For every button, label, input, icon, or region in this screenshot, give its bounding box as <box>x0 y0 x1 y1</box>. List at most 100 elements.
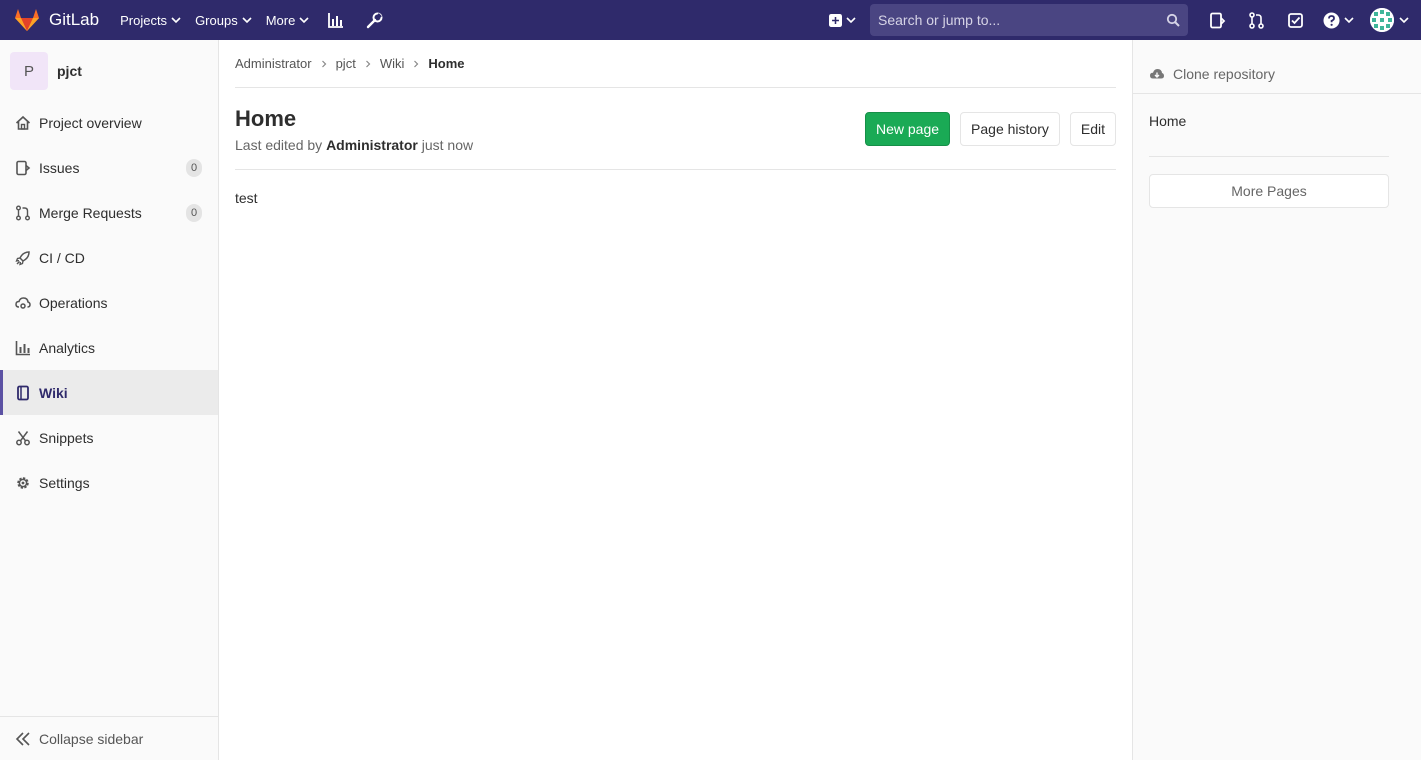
issues-nav-button[interactable] <box>1198 0 1237 40</box>
project-header-link[interactable]: P pjct <box>0 40 218 102</box>
project-avatar: P <box>10 52 48 90</box>
sidebar-item-operations[interactable]: Operations <box>0 280 218 325</box>
new-page-button[interactable]: New page <box>865 112 951 146</box>
sidebar-item-label: Operations <box>39 294 108 311</box>
chevron-down-icon <box>1344 17 1354 24</box>
last-edited-prefix: Last edited by <box>235 137 323 153</box>
sidebar-item-settings[interactable]: Settings <box>0 460 218 505</box>
breadcrumb: Administrator pjct Wiki Home <box>235 40 1116 88</box>
wiki-page-content: test <box>235 190 258 206</box>
sidebar-item-analytics[interactable]: Analytics <box>0 325 218 370</box>
merge-request-icon <box>16 205 30 220</box>
sidebar-item-issues[interactable]: Issues 0 <box>0 145 218 190</box>
user-menu-dropdown[interactable] <box>1362 0 1421 40</box>
nav-more-dropdown[interactable]: More <box>259 0 317 40</box>
todo-check-icon <box>1288 12 1303 28</box>
project-sidebar: P pjct Project overview Issues 0 Merge R… <box>0 40 219 760</box>
gitlab-tanuki-icon <box>15 9 39 31</box>
wiki-right-sidebar: Clone repository Home More Pages <box>1132 40 1421 760</box>
divider <box>1149 156 1389 157</box>
collapse-sidebar-label: Collapse sidebar <box>39 730 144 747</box>
sidebar-item-ci-cd[interactable]: CI / CD <box>0 235 218 280</box>
home-icon <box>15 115 31 130</box>
sidebar-item-label: CI / CD <box>39 249 85 266</box>
last-edited-info: Last edited by Administrator just now <box>235 137 473 153</box>
chevron-right-icon <box>414 60 419 67</box>
nav-projects-dropdown[interactable]: Projects <box>113 0 188 40</box>
sidebar-item-snippets[interactable]: Snippets <box>0 415 218 460</box>
breadcrumb-item-home[interactable]: Home <box>428 56 464 71</box>
sidebar-item-merge-requests[interactable]: Merge Requests 0 <box>0 190 218 235</box>
navbar-right <box>821 0 1421 40</box>
collapse-sidebar-button[interactable]: Collapse sidebar <box>0 716 218 760</box>
breadcrumb-item-project[interactable]: pjct <box>336 56 356 71</box>
edit-button[interactable]: Edit <box>1069 112 1116 146</box>
sidebar-item-label: Merge Requests <box>39 204 142 221</box>
chevron-right-icon <box>365 60 371 67</box>
sidebar-item-label: Wiki <box>39 384 68 401</box>
identicon-icon <box>1370 8 1394 32</box>
gitlab-logo-link[interactable]: GitLab <box>14 0 113 40</box>
page-title: Home <box>235 106 297 131</box>
cloud-download-icon <box>1150 69 1164 79</box>
top-navbar: GitLab Projects Groups More <box>0 0 1421 40</box>
wrench-icon <box>367 12 383 28</box>
brand-name: GitLab <box>49 10 100 29</box>
project-name: pjct <box>57 63 82 79</box>
clone-repository-link[interactable]: Clone repository <box>1149 54 1406 94</box>
chevron-right-icon <box>321 60 326 67</box>
sidebar-item-label: Issues <box>39 159 80 176</box>
nav-more-label: More <box>265 12 296 28</box>
issues-icon <box>1210 12 1226 28</box>
sidebar-item-label: Analytics <box>39 339 96 356</box>
question-circle-icon <box>1323 12 1340 28</box>
wiki-main-content: Administrator pjct Wiki Home Home Last e… <box>235 40 1116 206</box>
merge-request-icon <box>1249 11 1264 29</box>
breadcrumb-item-wiki[interactable]: Wiki <box>380 56 405 71</box>
chevron-down-icon <box>171 17 181 24</box>
nav-groups-label: Groups <box>195 12 238 28</box>
chevron-down-icon <box>242 17 252 24</box>
divider <box>1133 93 1421 94</box>
rocket-icon <box>15 250 30 266</box>
search-input[interactable] <box>878 12 1166 28</box>
search-box[interactable] <box>870 4 1188 36</box>
chart-icon <box>15 340 30 355</box>
wiki-actions: New page Page history Edit <box>855 112 1116 146</box>
breadcrumb-item-administrator[interactable]: Administrator <box>235 56 312 71</box>
more-pages-button[interactable]: More Pages <box>1149 174 1389 208</box>
bar-chart-icon <box>328 12 344 28</box>
nav-projects-label: Projects <box>120 12 168 28</box>
scissors-icon <box>16 430 30 445</box>
help-dropdown[interactable] <box>1315 0 1362 40</box>
last-edited-author[interactable]: Administrator <box>326 137 418 153</box>
chevron-down-icon <box>846 17 856 24</box>
merge-requests-nav-button[interactable] <box>1237 0 1276 40</box>
sidebar-item-label: Project overview <box>39 114 142 131</box>
page-history-button[interactable]: Page history <box>960 112 1060 146</box>
nav-groups-dropdown[interactable]: Groups <box>188 0 259 40</box>
cloud-gear-icon <box>15 296 31 309</box>
wiki-page-header: Home Last edited by Administrator just n… <box>235 88 1116 170</box>
sidebar-item-wiki[interactable]: Wiki <box>0 370 218 415</box>
gear-icon <box>17 476 29 489</box>
chevron-down-icon <box>1399 17 1409 24</box>
activity-chart-button[interactable] <box>316 0 355 40</box>
merge-requests-count-badge: 0 <box>186 203 202 222</box>
clone-repository-label: Clone repository <box>1173 66 1275 82</box>
search-icon <box>1166 13 1180 27</box>
plus-square-icon <box>829 13 842 27</box>
last-edited-time: just now <box>421 137 474 153</box>
chevron-down-icon <box>299 17 309 24</box>
sidebar-item-label: Settings <box>39 474 90 491</box>
sidebar-item-label: Snippets <box>39 429 94 446</box>
book-icon <box>17 385 29 400</box>
issues-icon <box>16 160 31 175</box>
new-item-dropdown[interactable] <box>821 0 864 40</box>
todos-nav-button[interactable] <box>1276 0 1315 40</box>
sidebar-item-project-overview[interactable]: Project overview <box>0 100 218 145</box>
issues-count-badge: 0 <box>186 158 202 177</box>
wiki-page-link-home[interactable]: Home <box>1149 113 1186 129</box>
admin-area-button[interactable] <box>355 0 394 40</box>
user-avatar <box>1370 8 1394 32</box>
